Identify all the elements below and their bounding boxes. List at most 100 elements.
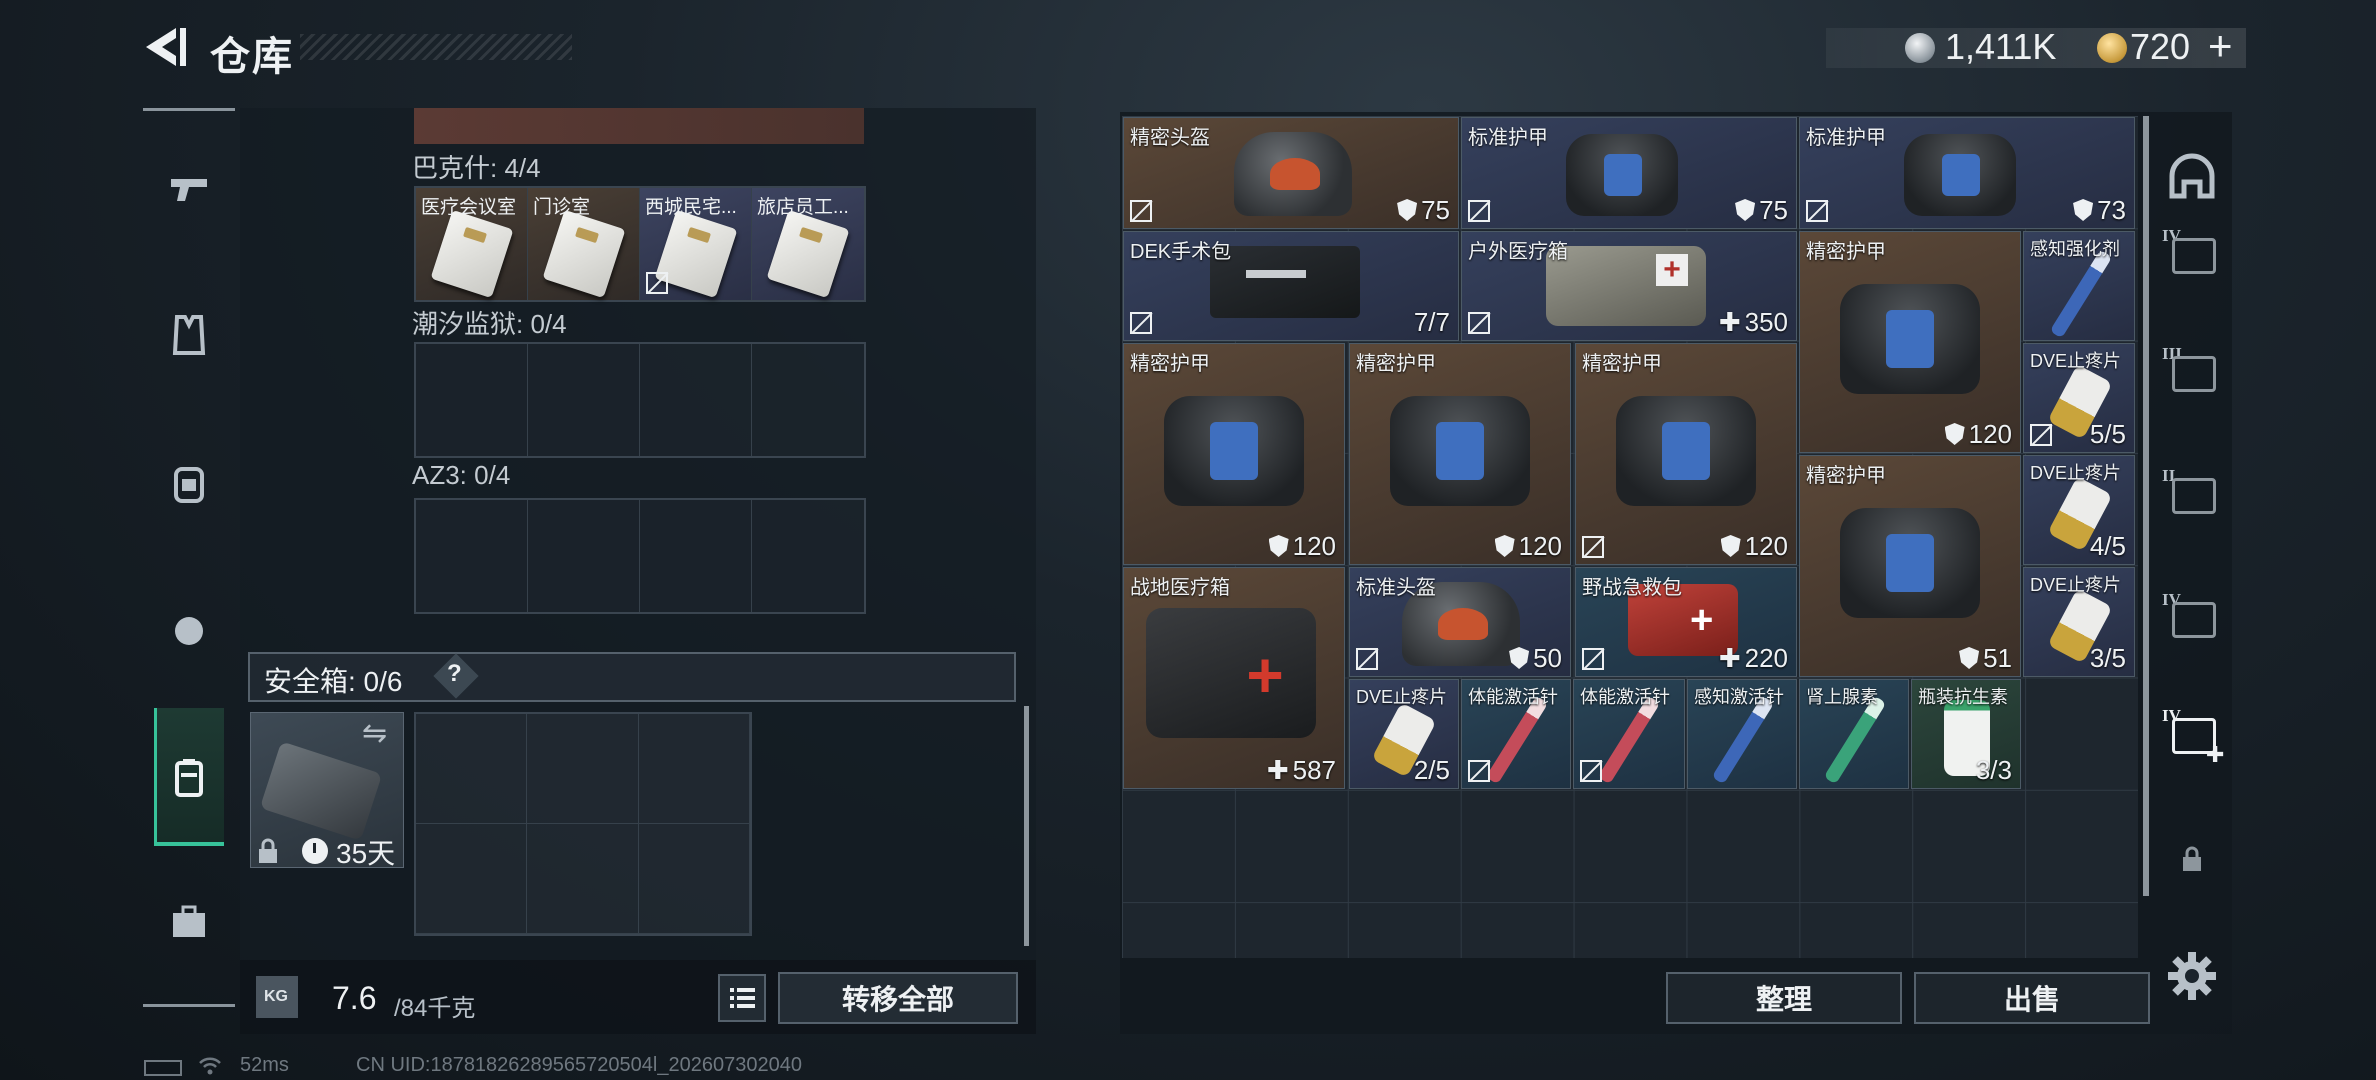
nav-toolbox[interactable] [150, 882, 228, 960]
item-precision-armor[interactable]: 精密护甲 51 [1799, 455, 2021, 677]
item-durability: 73 [2073, 195, 2126, 226]
no-insurance-icon [1130, 200, 1152, 222]
shield-icon [1720, 535, 1741, 557]
silver-amount: 1,411K [1945, 26, 2057, 67]
keycard-slot[interactable]: 医疗会议室 [416, 188, 528, 300]
tab-level-iv-medical[interactable]: IV ✚ [2162, 706, 2224, 767]
item-adrenaline[interactable]: 肾上腺素 [1799, 679, 1909, 789]
item-dve-painkiller[interactable]: DVE止疼片 5/5 [2023, 343, 2135, 453]
item-dek-surgery-kit[interactable]: DEK手术包 7/7 [1123, 231, 1459, 341]
keycard-slot[interactable]: 西城民宅... [640, 188, 752, 300]
weight-current: 7.6 [332, 980, 377, 1016]
item-value: 220 [1744, 643, 1788, 673]
item-name: 精密护甲 [1806, 241, 1886, 263]
item-precision-armor[interactable]: 精密护甲 120 [1349, 343, 1571, 565]
keycard-slot-empty[interactable] [528, 344, 640, 456]
shield-icon [1959, 647, 1980, 669]
item-hp: ✚ 220 [1719, 643, 1788, 674]
surgery-kit-icon [1210, 246, 1360, 318]
tab-level-iv-case[interactable]: IV [2162, 590, 2222, 650]
item-durability: 75 [1735, 195, 1788, 226]
item-standard-armor[interactable]: 标准护甲 75 [1461, 117, 1797, 229]
item-hp: ✚ 587 [1267, 755, 1336, 786]
item-stamina-stim[interactable]: 体能激活针 [1461, 679, 1571, 789]
back-button[interactable] [140, 22, 190, 72]
keycard-slot[interactable]: 门诊室 [528, 188, 640, 300]
nav-safe-box[interactable] [150, 738, 228, 816]
right-scrollbar[interactable] [2143, 116, 2149, 896]
sell-button[interactable]: 出售 [1914, 972, 2150, 1024]
list-view-button[interactable] [718, 974, 766, 1022]
plus-icon: ✚ [1718, 643, 1741, 673]
item-dve-painkiller[interactable]: DVE止疼片 2/5 [1349, 679, 1459, 789]
item-precision-armor[interactable]: 精密护甲 120 [1799, 231, 2021, 453]
keycard-name: 医疗会议室 [421, 197, 517, 218]
safe-slot[interactable] [527, 714, 639, 824]
safe-slot[interactable] [527, 824, 639, 934]
gear-icon[interactable] [2166, 950, 2218, 1002]
gold-amount: 720 [2130, 26, 2191, 67]
sort-button[interactable]: 整理 [1666, 972, 1902, 1024]
item-precision-helmet[interactable]: 精密头盔 75 [1123, 117, 1459, 229]
item-perception-stim[interactable]: 感知激活针 [1687, 679, 1797, 789]
item-bottled-antibiotics[interactable]: 瓶装抗生素 3/3 [1911, 679, 2021, 789]
keycard-slot-empty[interactable] [416, 344, 528, 456]
nav-armor[interactable] [150, 296, 228, 374]
keycard-slot-empty[interactable] [640, 500, 752, 612]
tab-level-iv[interactable]: IV [2162, 226, 2222, 286]
item-stamina-stim[interactable]: 体能激活针 [1573, 679, 1685, 789]
keycard-slot[interactable]: 旅店员工... [752, 188, 864, 300]
item-precision-armor[interactable]: 精密护甲 120 [1123, 343, 1345, 565]
item-outdoor-medkit[interactable]: 户外医疗箱 ✚350 [1461, 231, 1797, 341]
vest-icon [172, 315, 206, 355]
group-label-prison: 潮汐监狱: 0/4 [412, 309, 567, 339]
item-perception-booster[interactable]: 感知强化剂 [2023, 231, 2135, 341]
item-name: DEK手术包 [1130, 241, 1232, 263]
add-gold-button[interactable]: + [2208, 22, 2233, 70]
tab-level-iii[interactable]: III [2162, 344, 2222, 404]
item-field-first-aid[interactable]: 野战急救包 ✚220 [1575, 567, 1797, 677]
battery-icon [144, 1060, 182, 1076]
keycard-slot-empty[interactable] [528, 500, 640, 612]
item-value: 120 [1744, 531, 1788, 561]
item-value: 587 [1292, 755, 1336, 785]
left-scrollbar[interactable] [1024, 706, 1029, 946]
item-name: 感知激活针 [1694, 687, 1784, 707]
keycard-icon [766, 209, 850, 299]
weight-icon-label: KG [264, 988, 288, 1005]
transfer-all-button[interactable]: 转移全部 [778, 972, 1018, 1024]
safe-slot[interactable] [638, 824, 750, 934]
swap-icon[interactable]: ⇋ [362, 716, 387, 751]
item-dve-painkiller[interactable]: DVE止疼片 4/5 [2023, 455, 2135, 565]
case-icon [2172, 602, 2216, 638]
tab-level-ii[interactable]: II [2162, 466, 2222, 526]
no-insurance-icon [1468, 760, 1490, 782]
safe-slot[interactable] [638, 714, 750, 824]
keycard-slot-empty[interactable] [416, 500, 528, 612]
rig-icon [175, 617, 203, 645]
item-field-medkit[interactable]: 战地医疗箱 ✚587 [1123, 567, 1345, 789]
nav-backpack[interactable] [150, 444, 228, 522]
shield-icon [1494, 535, 1515, 557]
tab-helmet-category[interactable] [2162, 148, 2222, 208]
keycard-slot-empty[interactable] [752, 500, 864, 612]
item-precision-armor[interactable]: 精密护甲 120 [1575, 343, 1797, 565]
nav-weapons[interactable] [150, 150, 228, 228]
silver-coin-icon [1905, 33, 1935, 63]
item-dve-painkiller[interactable]: DVE止疼片 3/5 [2023, 567, 2135, 677]
item-standard-armor[interactable]: 标准护甲 73 [1799, 117, 2135, 229]
item-value: 75 [1759, 195, 1788, 225]
shield-icon [1268, 535, 1289, 557]
nav-chest-rig[interactable] [150, 590, 228, 668]
item-durability: 51 [1959, 643, 2012, 674]
keycard-slot-empty[interactable] [752, 344, 864, 456]
item-value: 75 [1421, 195, 1450, 225]
safe-slot[interactable] [416, 714, 528, 824]
safe-slot[interactable] [416, 824, 528, 934]
lock-icon [2183, 846, 2201, 871]
item-standard-helmet[interactable]: 标准头盔 50 [1349, 567, 1571, 677]
safe-box-grid [414, 712, 752, 936]
keycard-slot-empty[interactable] [640, 344, 752, 456]
item-durability: 120 [1944, 419, 2012, 450]
item-value: 350 [1744, 307, 1788, 337]
